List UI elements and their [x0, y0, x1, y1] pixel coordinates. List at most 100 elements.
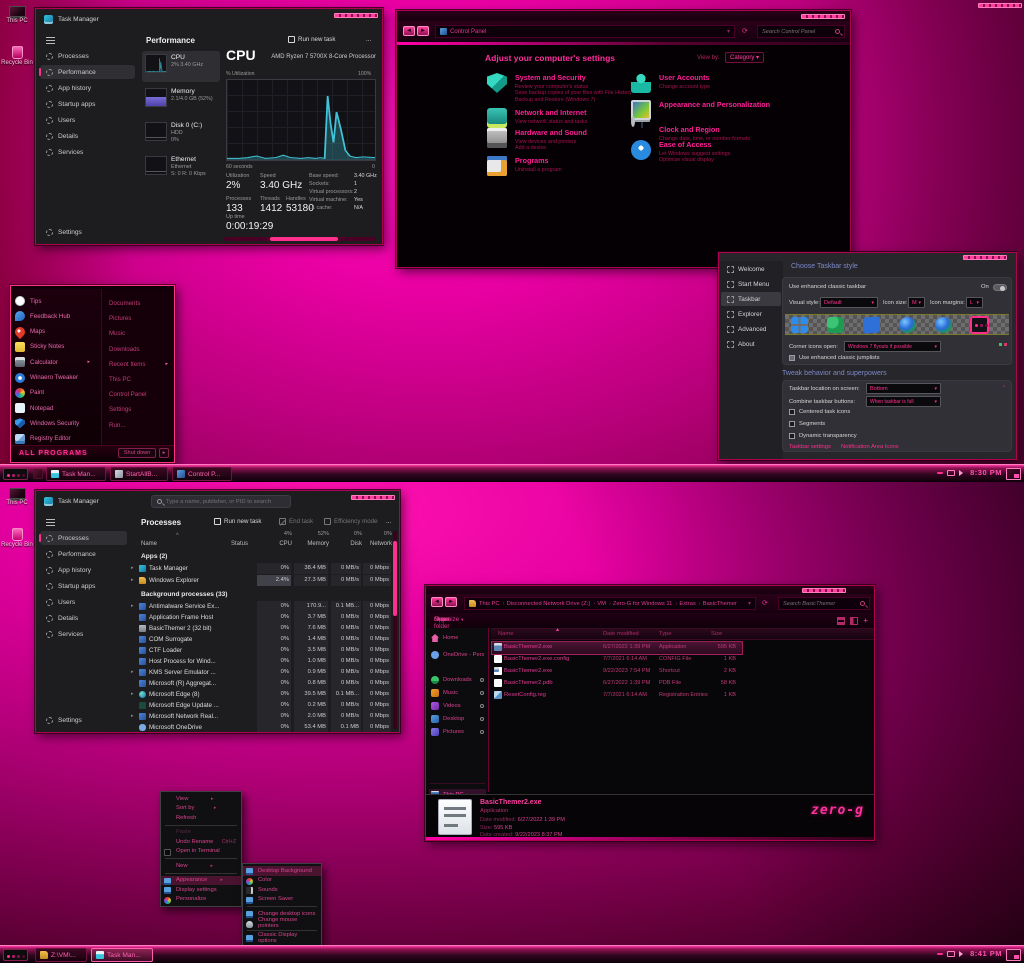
menu-item[interactable]: Classic Display options	[243, 933, 321, 943]
nav-item[interactable]: About	[721, 337, 781, 351]
breadcrumb-item[interactable]: VM	[597, 601, 611, 607]
caption-buttons[interactable]	[963, 255, 1007, 260]
start-menu-place[interactable]: Run...	[109, 422, 171, 429]
show-desktop-button[interactable]	[1006, 949, 1021, 961]
address-bar[interactable]: Control Panel ▾	[435, 25, 735, 38]
file-row[interactable]: BasicThemer2.exe 9/22/2023 7:54 PM Short…	[491, 665, 866, 677]
taskbar-button-control-panel[interactable]: Control P...	[172, 467, 232, 481]
start-button[interactable]	[3, 468, 28, 480]
column-header-status[interactable]: Status	[231, 541, 248, 547]
nav-item[interactable]: Start Menu	[721, 277, 781, 291]
category-link[interactable]: Change account type	[659, 84, 809, 90]
table-row[interactable]: BasicThemer 2 (32 bit) 0% 7.6 MB 0 MB/s …	[131, 623, 394, 633]
view-grid-icon[interactable]	[837, 617, 845, 625]
column-header-name[interactable]: Name	[141, 541, 157, 547]
menu-item[interactable]: Display settings	[161, 885, 241, 895]
nav-item[interactable]: Explorer	[721, 307, 781, 321]
caption-buttons[interactable]	[801, 14, 845, 19]
taskbar-style-thumb[interactable]	[863, 316, 880, 333]
menu-item[interactable]	[247, 906, 317, 907]
system-tray[interactable]: 8:41 PM	[937, 949, 1002, 958]
start-menu-place[interactable]: This PC	[109, 376, 171, 383]
desktop-icon-recycle-bin[interactable]: Recycle Bin	[0, 528, 34, 548]
breadcrumb-item[interactable]: This PC	[479, 601, 505, 607]
forward-button[interactable]: ►	[417, 26, 429, 36]
nav-item[interactable]: Users	[40, 595, 127, 609]
column-header-size[interactable]: Size	[711, 631, 722, 637]
column-header-network[interactable]: Network	[358, 541, 392, 547]
search-box[interactable]	[778, 597, 870, 610]
background-window-caption-buttons[interactable]	[978, 3, 1022, 8]
expander-icon[interactable]: ▸	[131, 691, 134, 697]
icon-margins-dropdown[interactable]: L▾	[966, 297, 983, 308]
preview-pane-icon[interactable]	[850, 617, 858, 625]
notification-area-link[interactable]: Notification Area Icons	[841, 444, 899, 450]
start-menu-app[interactable]: Sticky Notes	[15, 342, 93, 352]
column-header-type[interactable]: Type	[659, 631, 672, 637]
checkbox[interactable]	[789, 355, 795, 361]
sidebar-item[interactable]: Downloads	[429, 674, 486, 686]
start-menu-app[interactable]: Registry Editor	[15, 434, 93, 444]
taskbar-button-task-manager[interactable]: Task Man...	[46, 467, 106, 481]
desktop-icon-recycle-bin[interactable]: Recycle Bin	[0, 46, 34, 66]
menu-item[interactable]: View ▸	[161, 794, 241, 804]
clock[interactable]: 8:41 PM	[970, 949, 1002, 958]
start-menu-place[interactable]: Recent Items ▸	[109, 361, 171, 368]
start-menu-place[interactable]: Settings	[109, 406, 171, 413]
checkbox-row[interactable]: Segments	[789, 421, 825, 427]
volume-tray-icon[interactable]	[959, 470, 966, 476]
search-input[interactable]	[166, 499, 285, 505]
nav-item[interactable]: App history	[40, 81, 135, 95]
category-title[interactable]: Ease of Access	[659, 140, 809, 149]
breadcrumb-item[interactable]: Zero-G for Windows 11	[613, 601, 677, 607]
table-row[interactable]: Application Frame Host 0% 3.7 MB 0 MB/s …	[131, 612, 394, 622]
back-button[interactable]: ◄	[403, 26, 415, 36]
search-input[interactable]	[762, 29, 835, 35]
nav-item[interactable]: Services	[40, 145, 135, 159]
back-button[interactable]: ◄	[431, 597, 443, 607]
address-dropdown-icon[interactable]: ▾	[748, 600, 751, 607]
volume-tray-icon[interactable]	[959, 951, 966, 957]
checkbox[interactable]	[789, 421, 795, 427]
breadcrumb-item[interactable]: BasicThemer	[703, 601, 737, 607]
menu-item[interactable]: Sounds	[243, 885, 321, 895]
menu-item[interactable]	[165, 858, 237, 859]
start-menu-app[interactable]: Windows Security	[15, 418, 93, 428]
table-row[interactable]: COM Surrogate 0% 1.4 MB 0 MB/s 0 Mbps	[131, 634, 394, 644]
table-row[interactable]: ▸ Microsoft Edge (8) 0% 39.5 MB 0.1 MB..…	[131, 689, 394, 699]
nav-item[interactable]: Taskbar	[721, 292, 781, 306]
menu-icon[interactable]	[46, 37, 55, 38]
start-menu-place[interactable]: Documents	[109, 300, 171, 307]
search-box[interactable]	[757, 25, 845, 38]
nav-item[interactable]: Performance	[40, 65, 135, 79]
category-title[interactable]: Clock and Region	[659, 125, 809, 134]
tray-icon[interactable]	[937, 472, 943, 474]
display-tray-icon[interactable]	[947, 951, 955, 957]
all-programs-button[interactable]: ALL PROGRAMS	[19, 450, 88, 457]
more-options-button[interactable]: ...	[366, 36, 371, 43]
menu-item[interactable]: Paste	[161, 828, 241, 838]
expander-icon[interactable]: ▸	[131, 603, 134, 609]
nav-item[interactable]: Startup apps	[40, 97, 135, 111]
titlebar[interactable]: Task Manager	[36, 9, 382, 31]
start-menu-place[interactable]: Control Panel	[109, 391, 171, 398]
nav-item[interactable]: Details	[40, 611, 127, 625]
column-header-name[interactable]: Name	[498, 631, 513, 637]
checkbox-row[interactable]: Centered task icons	[789, 409, 850, 415]
table-row[interactable]: ▸ KMS Server Emulator ... 0% 0.9 MB 0 MB…	[131, 667, 394, 677]
checkbox[interactable]	[789, 409, 795, 415]
sidebar-item[interactable]: Music	[429, 687, 486, 699]
corner-icons-dropdown[interactable]: Windows 7 flyouts if possible▾	[844, 341, 941, 352]
expander-icon[interactable]: ▸	[131, 565, 134, 571]
file-row[interactable]: BasicThemer2.pdb 6/27/2022 1:39 PM PDB F…	[491, 677, 866, 689]
menu-item[interactable]: Change mouse pointers	[243, 919, 321, 929]
menu-item[interactable]: Sort by ▸	[161, 804, 241, 814]
start-menu-place[interactable]: Downloads	[109, 346, 171, 353]
taskbar-button-explorer[interactable]: Z:\VM\...	[35, 948, 87, 962]
group-header-background[interactable]: Background processes (33)	[141, 591, 227, 598]
file-row[interactable]: ResetConfig.reg 7/7/2021 6:14 AM Registr…	[491, 689, 866, 701]
menu-item[interactable]: Personalize	[161, 895, 241, 905]
file-row[interactable]: BasicThemer2.exe.config 7/7/2021 6:14 AM…	[491, 653, 866, 665]
jumplists-checkbox[interactable]: Use enhanced classic jumplists	[789, 355, 880, 361]
enhanced-taskbar-toggle[interactable]	[993, 284, 1007, 291]
